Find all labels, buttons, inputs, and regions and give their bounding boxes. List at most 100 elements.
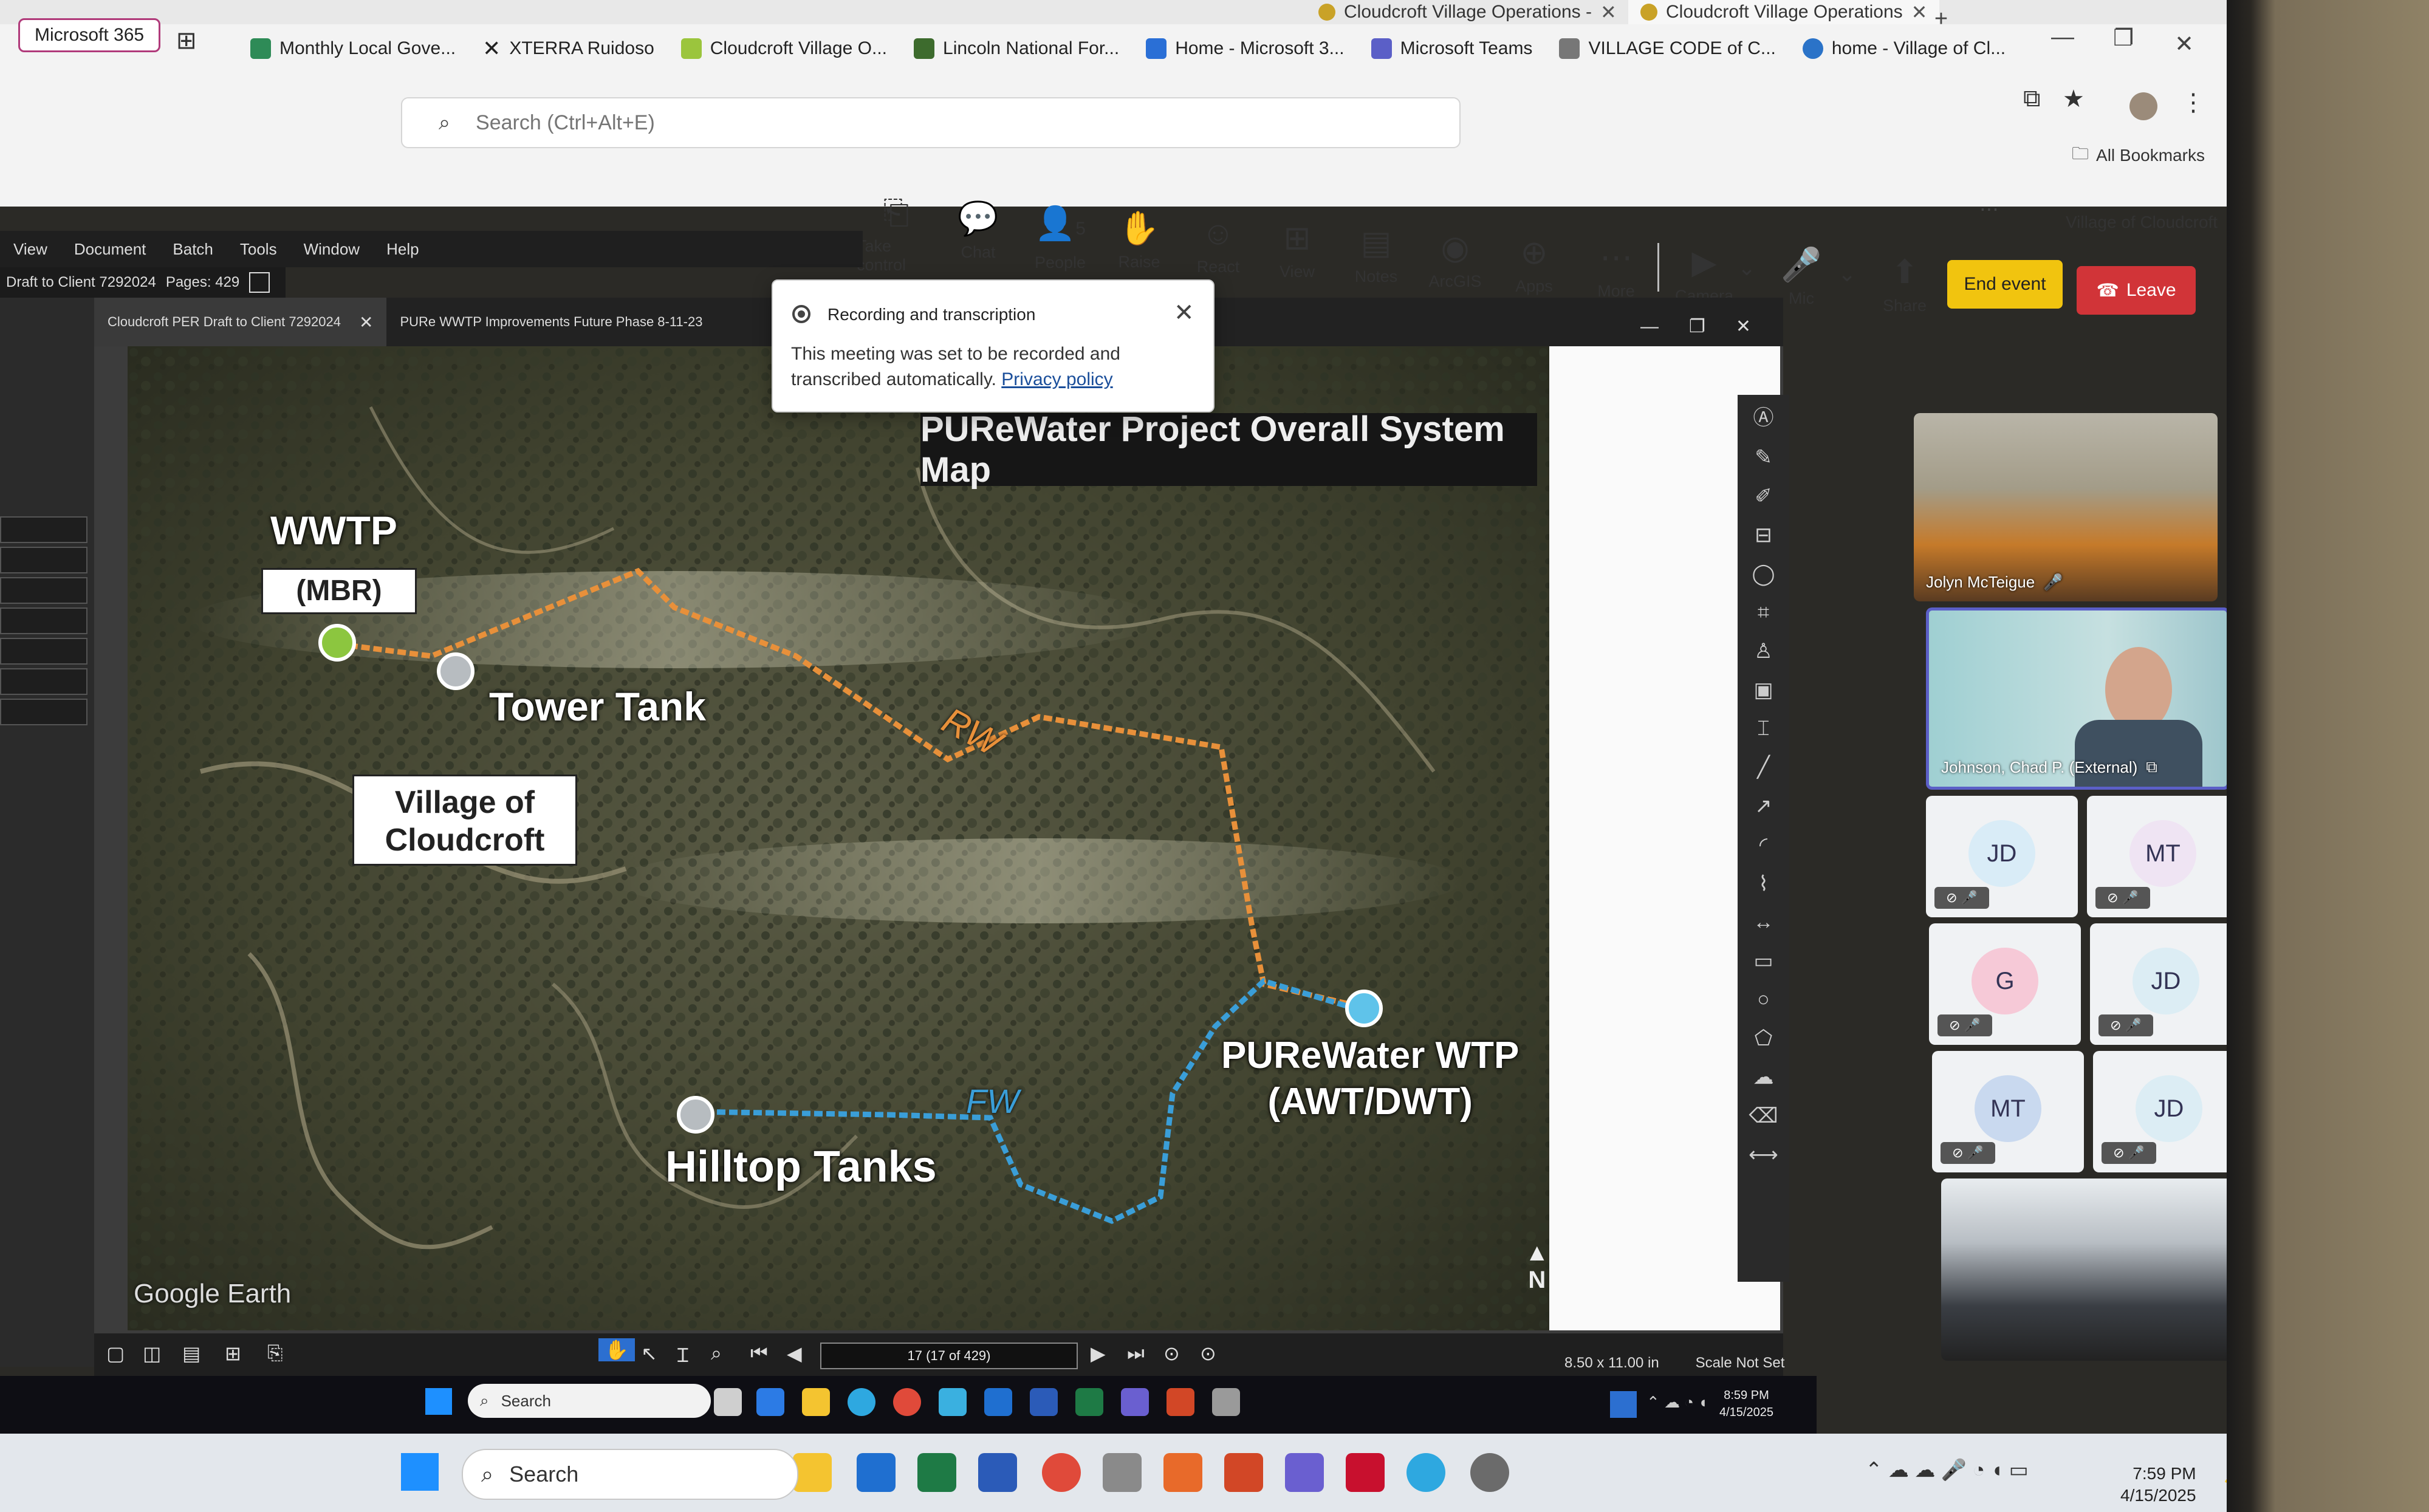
participant-tile[interactable]: G ⊘ 🎤 [1929,923,2081,1045]
explorer-icon[interactable] [793,1453,832,1492]
excel-icon[interactable] [1075,1388,1103,1416]
pen-tool-icon[interactable]: ✐ [1755,484,1772,508]
people-button[interactable]: 👤5 People [1021,205,1100,272]
bookmark-microsoft-365[interactable]: Microsoft 365 [18,18,161,52]
page-icon[interactable] [249,272,270,293]
arrow-tool-icon[interactable]: ↗ [1755,794,1772,818]
participant-tile[interactable]: MT ⊘ 🎤 [2087,796,2239,917]
bookmark-item[interactable]: Cloudcroft Village O... [668,24,900,73]
close-icon[interactable]: ✕ [1736,316,1751,337]
back-icon[interactable]: ⊙ [1163,1342,1180,1365]
store-icon[interactable] [756,1388,784,1416]
browser-menu-icon[interactable]: ⋮ [2181,89,2205,117]
bookmark-item[interactable]: VILLAGE CODE of C... [1546,24,1789,73]
app-icon[interactable] [939,1388,967,1416]
rectangle-tool-icon[interactable]: ▭ [1753,949,1773,973]
search-input[interactable] [474,110,1328,135]
image-tool-icon[interactable]: ▣ [1753,678,1773,702]
chat-button[interactable]: 💬 Chat [939,200,1018,262]
minimize-icon[interactable]: — [1640,316,1659,337]
close-window-icon[interactable]: ✕ [2157,30,2211,58]
text-tool-icon[interactable]: Ⓐ [1753,401,1774,431]
side-field[interactable] [0,699,87,725]
dimension-tool-icon[interactable]: ↔ [1753,911,1774,934]
cloud-tool-icon[interactable]: ☁ [1753,1065,1774,1089]
profile-avatar[interactable] [2129,92,2157,120]
chrome-icon[interactable] [1042,1453,1081,1492]
last-page-icon[interactable]: ⏭ [1127,1342,1145,1365]
remote-clock[interactable]: 8:59 PM 4/15/2025 [1719,1387,1773,1421]
compare-icon[interactable]: ⎘ [267,1342,283,1365]
callout-tool-icon[interactable]: ⌗ [1758,601,1769,624]
powerpoint-icon[interactable] [1167,1388,1194,1416]
bookmark-star-icon[interactable]: ★ [2063,85,2085,113]
snipping-tool-icon[interactable] [1103,1453,1142,1492]
explorer-icon[interactable] [802,1388,830,1416]
settings-icon[interactable] [1470,1453,1509,1492]
browser-tab[interactable]: Cloudcroft Village Operations - ✕ [1306,0,1629,24]
excel-icon[interactable] [917,1453,956,1492]
select-tool-icon[interactable]: ↖ [641,1342,657,1365]
word-icon[interactable] [978,1453,1017,1492]
mic-options-chevron-icon[interactable]: ⌄ [1838,261,1856,287]
bookmark-item[interactable]: Monthly Local Gove... [237,24,469,73]
meeting-more-icon[interactable]: ⋯ [1979,197,1999,221]
bookmark-item[interactable]: Microsoft Teams [1358,24,1546,73]
bookmark-item[interactable]: Lincoln National For... [900,24,1132,73]
polyline-tool-icon[interactable]: ⌇ [1758,872,1769,896]
leave-button[interactable]: ☎ Leave [2077,266,2196,315]
participant-tile[interactable]: JD ⊘ 🎤 [2093,1051,2245,1172]
bookmark-item[interactable]: home - Village of Cl... [1789,24,2019,73]
continuous-icon[interactable]: ▤ [182,1342,200,1365]
camera-options-chevron-icon[interactable]: ⌄ [1738,255,1756,281]
mic-active-icon[interactable] [1610,1391,1637,1418]
teams-icon[interactable] [1285,1453,1324,1492]
system-tray-icons[interactable]: ⌃ ☁ ☁ 🎤 ◔ ◖ ▭ [1865,1458,2029,1482]
word-icon[interactable] [1030,1388,1058,1416]
polygon-tool-icon[interactable]: ⬠ [1755,1026,1773,1050]
participant-tile[interactable]: JD ⊘ 🎤 [1926,796,2078,917]
side-field[interactable] [0,516,87,543]
apps-grid-icon[interactable]: ⊞ [176,27,197,55]
menu-window[interactable]: Window [290,240,373,259]
edge-icon[interactable] [1406,1453,1445,1492]
browser-search-bar[interactable]: ⌕ [401,97,1461,148]
react-button[interactable]: ☺ React [1179,215,1258,276]
room-video[interactable] [1941,1178,2245,1361]
measure-tool-icon[interactable]: ⟷ [1749,1143,1778,1167]
forward-icon[interactable]: ⊙ [1200,1342,1216,1365]
powerpoint-icon[interactable] [1224,1453,1263,1492]
side-field[interactable] [0,638,87,665]
side-field[interactable] [0,668,87,695]
side-field[interactable] [0,547,87,573]
highlight-tool-icon[interactable]: ✎ [1755,445,1772,470]
participant-tile[interactable]: MT ⊘ 🎤 [1932,1051,2084,1172]
apps-button[interactable]: ⊕ Apps [1495,234,1574,296]
raise-hand-button[interactable]: ✋ Raise [1100,210,1179,272]
first-page-icon[interactable]: ⏮ [750,1342,768,1365]
edge-icon[interactable] [848,1388,875,1416]
side-field[interactable] [0,577,87,604]
restore-icon[interactable]: ❐ [1689,316,1705,337]
pdf-tab[interactable]: PURe WWTP Improvements Future Phase 8-11… [386,298,716,346]
single-page-icon[interactable]: ▢ [106,1342,125,1365]
participant-tile[interactable]: JD ⊘ 🎤 [2090,923,2242,1045]
next-page-icon[interactable]: ▶ [1091,1342,1106,1365]
more-button[interactable]: ⋯ More [1577,239,1656,301]
task-view-icon[interactable] [714,1388,742,1416]
bookmark-item[interactable]: Home - Microsoft 3... [1132,24,1357,73]
shape-tool-icon[interactable]: ◯ [1752,562,1775,586]
pan-tool-icon[interactable]: ✋ [598,1338,635,1361]
windows-start-icon[interactable] [401,1453,439,1491]
local-clock[interactable]: 7:59 PM 4/15/2025 [2120,1463,2196,1507]
crop-tool-icon[interactable]: ⌶ [1757,717,1769,741]
menu-help[interactable]: Help [373,240,432,259]
split-view-icon[interactable]: ⊞ [225,1342,241,1365]
ellipse-tool-icon[interactable]: ○ [1757,988,1770,1011]
text-select-icon[interactable]: Ɪ [677,1342,688,1368]
m365-icon[interactable] [1163,1453,1202,1492]
signature-tool-icon[interactable]: ♙ [1754,639,1772,663]
take-control-button[interactable]: ⎗ Take control [857,194,936,275]
arcgis-button[interactable]: ◉ ArcGIS [1416,230,1495,291]
menu-tools[interactable]: Tools [227,240,290,259]
